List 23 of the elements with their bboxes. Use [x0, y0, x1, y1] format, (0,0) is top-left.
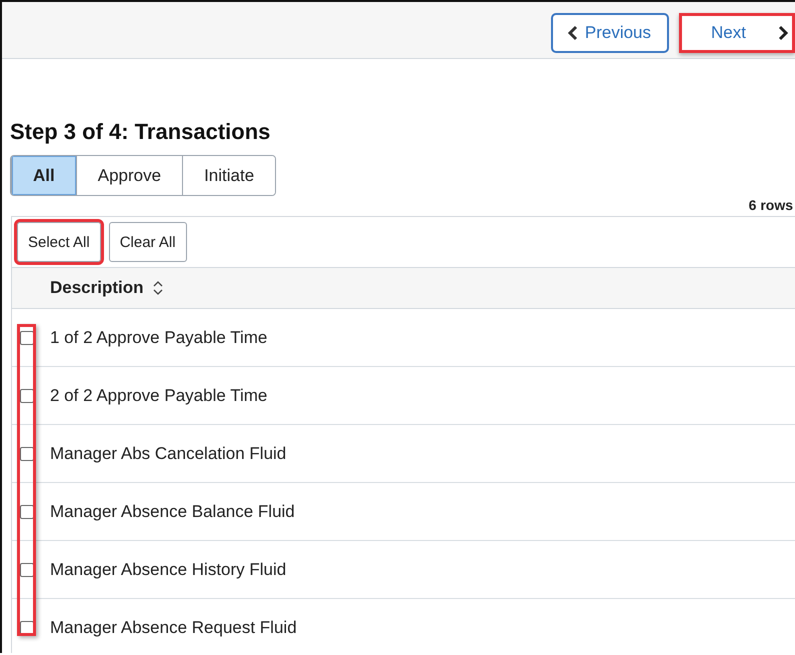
- sort-icon[interactable]: [152, 280, 164, 296]
- description-cell: Manager Absence History Fluid: [50, 560, 286, 580]
- description-cell: Manager Abs Cancelation Fluid: [50, 444, 286, 464]
- description-cell: 1 of 2 Approve Payable Time: [50, 328, 268, 348]
- row-checkbox[interactable]: [20, 388, 34, 402]
- chevron-right-icon: [777, 25, 789, 41]
- description-cell: Manager Absence Balance Fluid: [50, 502, 295, 522]
- row-checkbox[interactable]: [20, 562, 34, 576]
- page-title: Step 3 of 4: Transactions: [10, 119, 272, 145]
- description-cell: Manager Absence Request Fluid: [50, 618, 297, 638]
- row-count: 6 rows: [748, 197, 793, 213]
- row-checkbox[interactable]: [20, 446, 34, 460]
- description-cell: 2 of 2 Approve Payable Time: [50, 386, 268, 406]
- column-header[interactable]: Description: [50, 278, 144, 298]
- clear-all-button[interactable]: Clear All: [108, 222, 187, 262]
- row-checkbox[interactable]: [20, 504, 34, 518]
- tab[interactable]: Initiate: [182, 156, 276, 195]
- previous-button[interactable]: Previous: [550, 13, 669, 53]
- tab[interactable]: All: [11, 156, 76, 195]
- select-all-button[interactable]: Select All: [17, 222, 101, 262]
- next-button[interactable]: Next: [679, 13, 795, 53]
- chevron-left-icon: [566, 25, 579, 41]
- row-checkbox[interactable]: [20, 330, 34, 344]
